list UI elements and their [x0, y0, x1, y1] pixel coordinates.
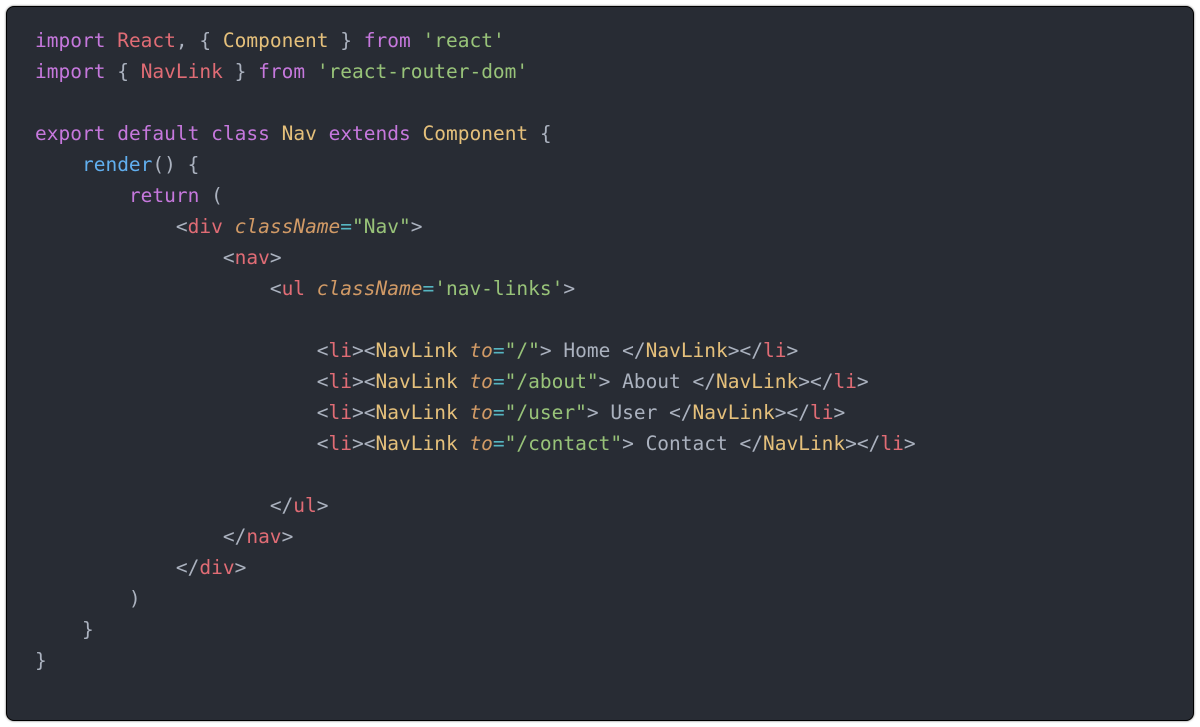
str-router: 'react-router-dom' [317, 60, 528, 83]
code-line-13: <li><NavLink to="/user"> User </NavLink>… [35, 401, 845, 424]
code-line-20: } [35, 618, 94, 641]
kw-class: class [211, 122, 270, 145]
code-line-7: <div className="Nav"> [35, 215, 423, 238]
link-to: "/" [505, 339, 540, 362]
code-line-16: </ul> [35, 494, 329, 517]
link-text: User [599, 401, 669, 424]
attr-to: to [469, 339, 492, 362]
code-line-5: render() { [35, 153, 199, 176]
code-line-12: <li><NavLink to="/about"> About </NavLin… [35, 370, 869, 393]
kw-default: default [117, 122, 199, 145]
link-text: About [610, 370, 692, 393]
code-line-17: </nav> [35, 525, 293, 548]
link-to: "/user" [505, 401, 587, 424]
attr-classname: className [235, 215, 341, 238]
kw-return: return [129, 184, 199, 207]
code-line-11: <li><NavLink to="/"> Home </NavLink></li… [35, 339, 798, 362]
code-line-4: export default class Nav extends Compone… [35, 122, 552, 145]
superclass: Component [423, 122, 529, 145]
kw-from: from [364, 29, 411, 52]
code-line-9: <ul className='nav-links'> [35, 277, 575, 300]
kw-import: import [35, 29, 105, 52]
link-to: "/contact" [505, 432, 622, 455]
code-line-18: </div> [35, 556, 246, 579]
code-line-8: <nav> [35, 246, 282, 269]
code-window: import React, { Component } from 'react'… [6, 6, 1194, 721]
tag-ul: ul [282, 277, 305, 300]
code-line-14: <li><NavLink to="/contact"> Contact </Na… [35, 432, 916, 455]
ident-react: React [117, 29, 176, 52]
code-line-1: import React, { Component } from 'react' [35, 29, 505, 52]
ident-component: Component [223, 29, 329, 52]
code-line-21: } [35, 649, 47, 672]
kw-export: export [35, 122, 105, 145]
link-text: Home [552, 339, 622, 362]
code-line-19: ) [35, 587, 141, 610]
str-navlinks: 'nav-links' [434, 277, 563, 300]
code-line-6: return ( [35, 184, 223, 207]
method-render: render [82, 153, 152, 176]
tag-div: div [188, 215, 223, 238]
link-to: "/about" [505, 370, 599, 393]
str-nav-class: "Nav" [352, 215, 411, 238]
class-name: Nav [282, 122, 317, 145]
ident-navlink: NavLink [141, 60, 223, 83]
tag-nav: nav [235, 246, 270, 269]
link-text: Contact [634, 432, 740, 455]
tag-navlink: NavLink [376, 339, 458, 362]
str-react: 'react' [423, 29, 505, 52]
kw-extends: extends [329, 122, 411, 145]
code-line-2: import { NavLink } from 'react-router-do… [35, 60, 528, 83]
